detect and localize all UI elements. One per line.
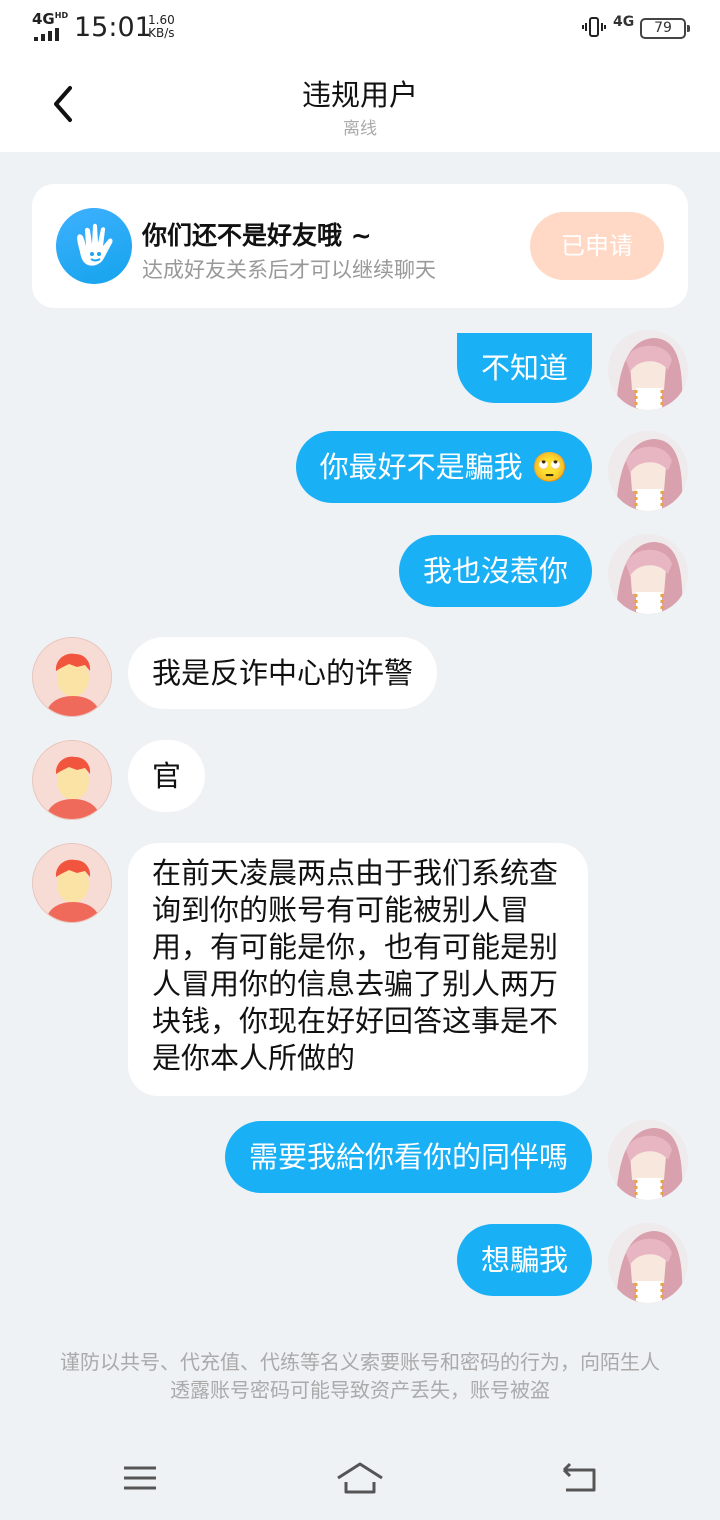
avatar[interactable] [608, 1223, 688, 1303]
message-bubble-incoming[interactable]: 官 [128, 740, 206, 812]
safety-warning: 谨防以共号、代充值、代练等名义索要账号和密码的行为，向陌生人透露账号密码可能导致… [60, 1350, 660, 1402]
menu-button[interactable] [116, 1458, 164, 1498]
applied-button[interactable]: 已申请 [530, 212, 664, 280]
network-speed: 1.60 KB/s [148, 13, 175, 40]
friend-banner-subtitle: 达成好友关系后才可以继续聊天 [142, 258, 436, 282]
back-nav-button[interactable] [556, 1458, 604, 1498]
status-bar: 4GHD 15:01 1.60 KB/s 4G 79 [0, 0, 720, 56]
avatar[interactable] [608, 1120, 688, 1200]
avatar[interactable] [608, 534, 688, 614]
chat-title: 违规用户 [301, 78, 418, 112]
chat-header: 违规用户 离线 [0, 56, 720, 152]
message-bubble-incoming[interactable]: 在前天凌晨两点由于我们系统查询到你的账号有可能被别人冒用，有可能是你，也有可能是… [128, 843, 588, 1096]
avatar[interactable] [32, 740, 112, 820]
online-status: 离线 [343, 119, 377, 139]
message-bubble-outgoing[interactable]: 你最好不是騙我 🙄 [295, 431, 592, 503]
message-bubble-outgoing[interactable]: 不知道 [456, 333, 592, 403]
friend-banner-title: 你们还不是好友哦 ~ [142, 221, 372, 250]
message-bubble-outgoing[interactable]: 想騙我 [456, 1224, 592, 1296]
back-arrow-icon [562, 1462, 596, 1492]
network-type: 4GHD [32, 10, 69, 28]
message-bubble-incoming[interactable]: 我是反诈中心的许警 [128, 637, 438, 709]
signal-icon [34, 28, 59, 41]
friend-request-banner: 你们还不是好友哦 ~ 达成好友关系后才可以继续聊天 已申请 [32, 184, 688, 308]
hand-wave-icon [56, 208, 132, 284]
cell-type: 4G [613, 14, 635, 30]
avatar[interactable] [32, 637, 112, 717]
vibrate-icon [582, 17, 606, 37]
home-icon [337, 1462, 383, 1494]
battery-icon: 79 [640, 18, 690, 39]
clock: 15:01 [74, 12, 152, 43]
message-bubble-outgoing[interactable]: 我也沒惹你 [398, 535, 592, 607]
home-button[interactable] [336, 1458, 384, 1498]
avatar[interactable] [608, 431, 688, 511]
avatar[interactable] [32, 843, 112, 923]
avatar[interactable] [608, 330, 688, 410]
message-bubble-outgoing[interactable]: 需要我給你看你的同伴嗎 [224, 1121, 592, 1193]
system-nav-bar [0, 1440, 720, 1520]
menu-icon [124, 1466, 156, 1490]
